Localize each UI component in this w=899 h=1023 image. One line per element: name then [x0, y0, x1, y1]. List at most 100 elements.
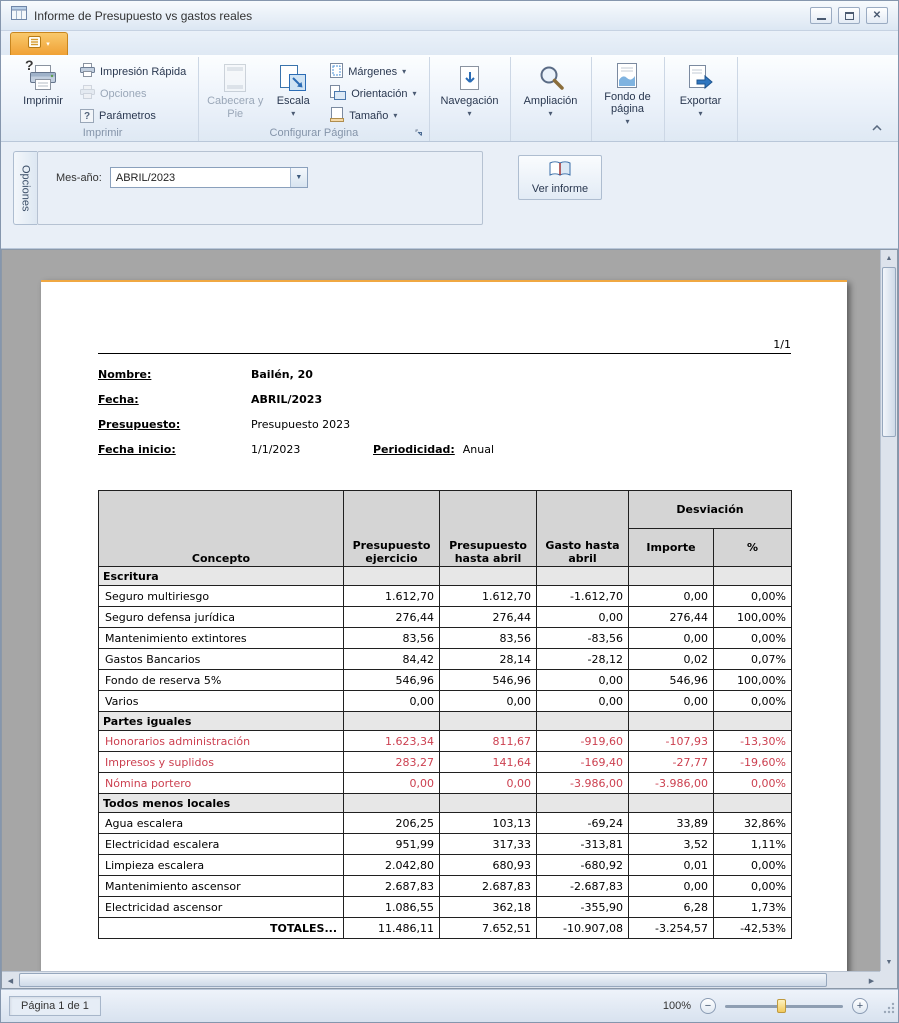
field-value: Bailén, 20 [251, 368, 313, 381]
impresion-rapida-button[interactable]: Impresión Rápida [75, 62, 191, 81]
ribbon-group-fondo-pagina: Fondo de página ▾ [592, 57, 665, 141]
value-cell: 2.042,80 [344, 855, 440, 876]
chevron-down-icon: ▾ [46, 41, 50, 48]
value-cell: 11.486,11 [344, 918, 440, 939]
table-row: Nómina portero0,000,00-3.986,00-3.986,00… [99, 773, 792, 794]
value-cell: 0,00 [537, 691, 629, 712]
horizontal-scroll-thumb[interactable] [19, 973, 827, 987]
table-row: Honorarios administración1.623,34811,67-… [99, 731, 792, 752]
zoom-slider-thumb[interactable] [777, 999, 786, 1013]
concept-cell: Honorarios administración [99, 731, 344, 752]
zoom-controls: 100% − + [663, 998, 868, 1014]
zoom-in-button[interactable]: + [852, 998, 868, 1014]
ribbon-group-ampliacion: Ampliación ▾ [511, 57, 592, 141]
value-cell: 0,00 [629, 691, 714, 712]
value-cell: 28,14 [440, 649, 537, 670]
app-window: Informe de Presupuesto vs gastos reales … [0, 0, 899, 1023]
export-icon [687, 61, 715, 95]
fondo-pagina-button[interactable]: Fondo de página ▾ [599, 58, 657, 126]
mes-ano-label: Mes-año: [56, 172, 102, 184]
minus-icon: − [705, 1001, 711, 1012]
table-row: Gastos Bancarios84,4228,14-28,120,020,07… [99, 649, 792, 670]
report-book-icon [549, 161, 571, 180]
section-empty-cell [629, 567, 714, 586]
escala-button[interactable]: Escala ▾ [264, 58, 322, 126]
zoom-slider[interactable] [725, 998, 843, 1014]
ampliacion-button[interactable]: Ampliación ▾ [518, 58, 584, 126]
section-empty-cell [344, 712, 440, 731]
field-row-fecha-inicio: Fecha inicio: 1/1/2023 Periodicidad: Anu… [98, 437, 791, 462]
value-cell: 0,00 [629, 876, 714, 897]
report-fields: Nombre: Bailén, 20 Fecha: ABRIL/2023 Pre… [98, 362, 791, 462]
value-cell: 283,27 [344, 752, 440, 773]
section-empty-cell [714, 712, 792, 731]
application-menu-button[interactable]: ▾ [10, 32, 68, 55]
value-cell: -28,12 [537, 649, 629, 670]
tamano-button[interactable]: Tamaño ▾ [325, 107, 421, 126]
col-header-presupuesto-hasta-abril: Presupuesto hasta abril [440, 491, 537, 567]
col-header-desviacion: Desviación [629, 491, 792, 529]
collapse-ribbon-button[interactable] [868, 121, 886, 135]
dialog-launcher-icon[interactable] [414, 127, 426, 139]
parametros-button[interactable]: ? Parámetros [75, 107, 191, 126]
horizontal-scrollbar[interactable]: ◀ ▶ [2, 971, 880, 988]
mes-ano-input[interactable] [111, 168, 290, 187]
resize-grip-icon[interactable] [882, 1001, 895, 1019]
value-cell: -3.986,00 [537, 773, 629, 794]
close-button[interactable]: ✕ [866, 7, 888, 24]
margenes-button[interactable]: Márgenes ▾ [325, 62, 421, 81]
vertical-scrollbar[interactable]: ▲ ▼ [880, 250, 897, 971]
section-empty-cell [344, 794, 440, 813]
table-row: Fondo de reserva 5%546,96546,960,00546,9… [99, 670, 792, 691]
exportar-button[interactable]: Exportar ▾ [672, 58, 730, 126]
report-table-body: EscrituraSeguro multiriesgo1.612,701.612… [99, 567, 792, 939]
table-row: Mantenimiento ascensor2.687,832.687,83-2… [99, 876, 792, 897]
scrollbar-corner [880, 971, 897, 988]
section-empty-cell [344, 567, 440, 586]
col-header-presupuesto-ejercicio: Presupuesto ejercicio [344, 491, 440, 567]
ver-informe-button[interactable]: Ver informe [518, 155, 602, 200]
value-cell: 362,18 [440, 897, 537, 918]
zoom-out-button[interactable]: − [700, 998, 716, 1014]
value-cell: 1,73% [714, 897, 792, 918]
vertical-scroll-thumb[interactable] [882, 267, 896, 437]
scroll-left-icon[interactable]: ◀ [2, 972, 19, 989]
scroll-down-icon[interactable]: ▼ [881, 954, 897, 971]
value-cell: 100,00% [714, 670, 792, 691]
value-cell: -83,56 [537, 628, 629, 649]
page-background-icon [615, 61, 641, 91]
value-cell: 0,07% [714, 649, 792, 670]
scale-icon [278, 61, 308, 95]
combo-dropdown-button[interactable]: ▼ [290, 168, 307, 187]
minimize-button[interactable] [810, 7, 832, 24]
value-cell: 0,00% [714, 773, 792, 794]
value-cell: 680,93 [440, 855, 537, 876]
field-row-nombre: Nombre: Bailén, 20 [98, 362, 791, 387]
navegacion-button[interactable]: Navegación ▾ [437, 58, 503, 126]
value-cell: 0,00% [714, 586, 792, 607]
table-row: Agua escalera206,25103,13-69,2433,8932,8… [99, 813, 792, 834]
value-cell: 317,33 [440, 834, 537, 855]
mes-ano-combobox[interactable]: ▼ [110, 167, 308, 188]
value-cell: 83,56 [344, 628, 440, 649]
chevron-down-icon: ▾ [698, 110, 702, 118]
field-label: Periodicidad: [373, 443, 455, 456]
ribbon: ? Imprimir Impresión Rápida [1, 55, 898, 142]
value-cell: 276,44 [344, 607, 440, 628]
ribbon-tab-row: ▾ [1, 31, 898, 55]
orientacion-button[interactable]: Orientación ▾ [325, 84, 421, 103]
budget-table: Concepto Presupuesto ejercicio Presupues… [98, 490, 792, 939]
maximize-button[interactable] [838, 7, 860, 24]
chevron-down-icon: ▾ [291, 110, 295, 118]
value-cell: -919,60 [537, 731, 629, 752]
tab-opciones[interactable]: Opciones [13, 151, 37, 225]
zoom-icon [537, 61, 565, 95]
section-empty-cell [714, 567, 792, 586]
value-cell: 546,96 [344, 670, 440, 691]
scroll-up-icon[interactable]: ▲ [881, 250, 897, 267]
scroll-right-icon[interactable]: ▶ [863, 972, 880, 989]
value-cell: 0,00 [537, 670, 629, 691]
concept-cell: Seguro multiriesgo [99, 586, 344, 607]
statusbar: Página 1 de 1 100% − + [1, 989, 898, 1022]
imprimir-button[interactable]: ? Imprimir [14, 58, 72, 126]
